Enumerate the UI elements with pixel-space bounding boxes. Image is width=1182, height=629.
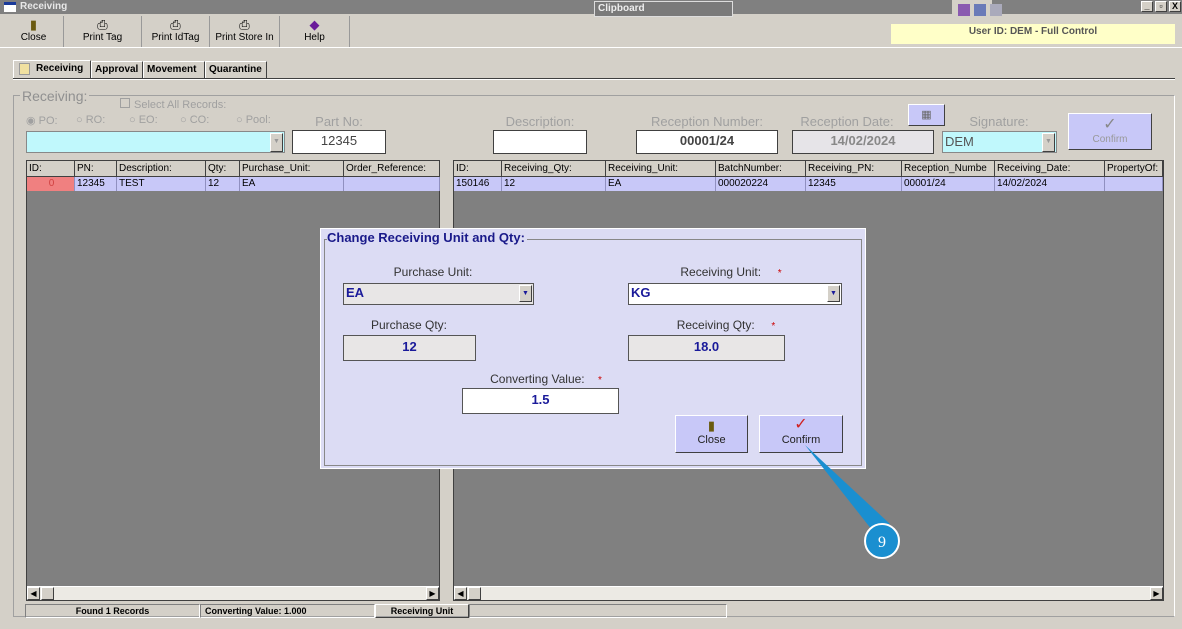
callout-tail: [805, 445, 890, 530]
callout-pointer: 9: [805, 445, 900, 559]
callout-number: 9: [878, 534, 886, 551]
